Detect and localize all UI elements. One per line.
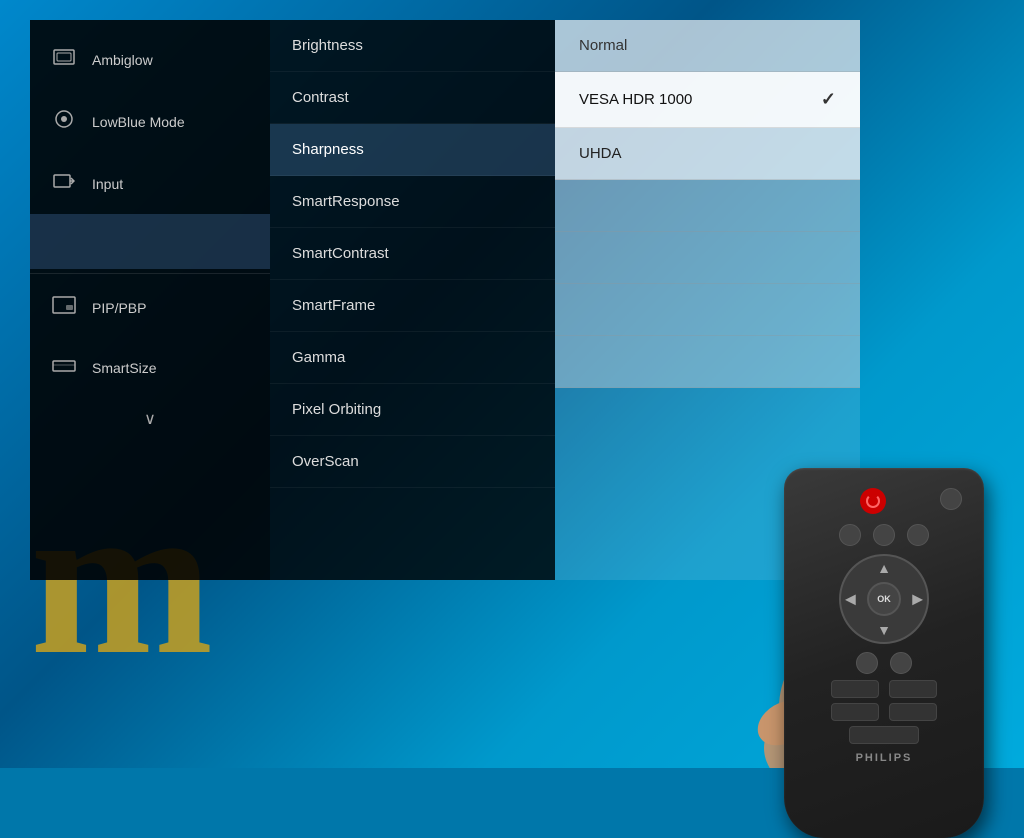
remote-rect-btn-5[interactable] xyxy=(849,726,919,744)
uhda-label: UHDA xyxy=(579,145,622,162)
ok-label: OK xyxy=(877,594,891,604)
submenu-smartresponse[interactable]: SmartResponse xyxy=(270,176,555,228)
submenu-contrast[interactable]: Contrast xyxy=(270,72,555,124)
pip-pbp-icon xyxy=(50,296,78,320)
brightness-label: Brightness xyxy=(292,37,363,54)
nav-up-icon[interactable]: ▲ xyxy=(877,560,891,576)
remote-rect-btn-2[interactable] xyxy=(889,680,937,698)
option-vesa-hdr[interactable]: VESA HDR 1000 ✓ xyxy=(555,72,860,128)
sidebar-item-input[interactable]: Input xyxy=(30,154,270,214)
remote-hand-area: ▲ ▼ ◀ ▶ OK xyxy=(704,468,1024,768)
nav-right-icon[interactable]: ▶ xyxy=(912,591,923,608)
option-blank-1 xyxy=(555,180,860,232)
sidebar-item-ambiglow[interactable]: Ambiglow xyxy=(30,30,270,90)
remote-nav: ▲ ▼ ◀ ▶ OK xyxy=(839,554,929,644)
input-icon xyxy=(50,172,78,196)
sidebar-item-smartsize[interactable]: SmartSize xyxy=(30,338,270,397)
remote-btn-1[interactable] xyxy=(940,488,962,510)
submenu-brightness[interactable]: Brightness xyxy=(270,20,555,72)
submenu-smartcontrast[interactable]: SmartContrast xyxy=(270,228,555,280)
remote-rect-btn-3[interactable] xyxy=(831,703,879,721)
smartsize-icon xyxy=(50,356,78,379)
middle-menu-panel: Brightness Contrast Sharpness SmartRespo… xyxy=(270,20,555,580)
submenu-smartframe[interactable]: SmartFrame xyxy=(270,280,555,332)
contrast-label: Contrast xyxy=(292,89,349,106)
ok-button[interactable]: OK xyxy=(867,582,901,616)
remote-rect-btn-1[interactable] xyxy=(831,680,879,698)
remote-mid-row xyxy=(796,652,972,674)
option-blank-2 xyxy=(555,232,860,284)
remote-btn-5[interactable] xyxy=(856,652,878,674)
remote-rect-row-1 xyxy=(796,680,972,698)
pip-pbp-label: PIP/PBP xyxy=(92,300,146,316)
ambiglow-label: Ambiglow xyxy=(92,52,153,68)
sidebar-item-pip-pbp[interactable]: PIP/PBP xyxy=(30,278,270,338)
power-button[interactable] xyxy=(860,488,886,514)
smartresponse-label: SmartResponse xyxy=(292,193,400,210)
sidebar-item-active[interactable] xyxy=(30,214,270,269)
submenu-pixel-orbiting[interactable]: Pixel Orbiting xyxy=(270,384,555,436)
smartframe-label: SmartFrame xyxy=(292,297,375,314)
lowblue-icon xyxy=(50,108,78,136)
lowblue-label: LowBlue Mode xyxy=(92,114,185,130)
sharpness-label: Sharpness xyxy=(292,141,364,158)
remote-rect-btn-4[interactable] xyxy=(889,703,937,721)
menu-divider xyxy=(30,273,270,274)
philips-brand-label: PHILIPS xyxy=(796,752,972,764)
option-normal[interactable]: Normal xyxy=(555,20,860,72)
option-blank-4 xyxy=(555,336,860,388)
remote-btn-4[interactable] xyxy=(907,524,929,546)
power-icon xyxy=(866,494,880,508)
gamma-label: Gamma xyxy=(292,349,345,366)
submenu-overscan[interactable]: OverScan xyxy=(270,436,555,488)
check-icon: ✓ xyxy=(821,89,836,110)
normal-label: Normal xyxy=(579,37,627,54)
submenu-gamma[interactable]: Gamma xyxy=(270,332,555,384)
submenu-sharpness[interactable]: Sharpness xyxy=(270,124,555,176)
remote-top-row xyxy=(796,524,972,546)
vesa-hdr-label: VESA HDR 1000 xyxy=(579,91,692,108)
option-uhda[interactable]: UHDA xyxy=(555,128,860,180)
remote-rect-row-3 xyxy=(796,726,972,744)
nav-ring: ▲ ▼ ◀ ▶ OK xyxy=(839,554,929,644)
remote-btn-3[interactable] xyxy=(873,524,895,546)
remote-body: ▲ ▼ ◀ ▶ OK xyxy=(784,468,984,838)
nav-left-icon[interactable]: ◀ xyxy=(845,591,856,608)
smartcontrast-label: SmartContrast xyxy=(292,245,389,262)
option-blank-3 xyxy=(555,284,860,336)
ambiglow-icon xyxy=(50,48,78,72)
sidebar-item-lowblue[interactable]: LowBlue Mode xyxy=(30,90,270,154)
scroll-down-chevron[interactable]: ∨ xyxy=(30,397,270,441)
remote-btn-2[interactable] xyxy=(839,524,861,546)
left-menu-panel: Ambiglow LowBlue Mode Input xyxy=(30,20,270,580)
input-label: Input xyxy=(92,176,123,192)
remote-device: ▲ ▼ ◀ ▶ OK xyxy=(784,468,984,838)
pixel-orbiting-label: Pixel Orbiting xyxy=(292,401,381,418)
remote-rect-row-2 xyxy=(796,703,972,721)
remote-btn-6[interactable] xyxy=(890,652,912,674)
nav-down-icon[interactable]: ▼ xyxy=(877,622,891,638)
smartsize-label: SmartSize xyxy=(92,360,157,376)
overscan-label: OverScan xyxy=(292,453,359,470)
